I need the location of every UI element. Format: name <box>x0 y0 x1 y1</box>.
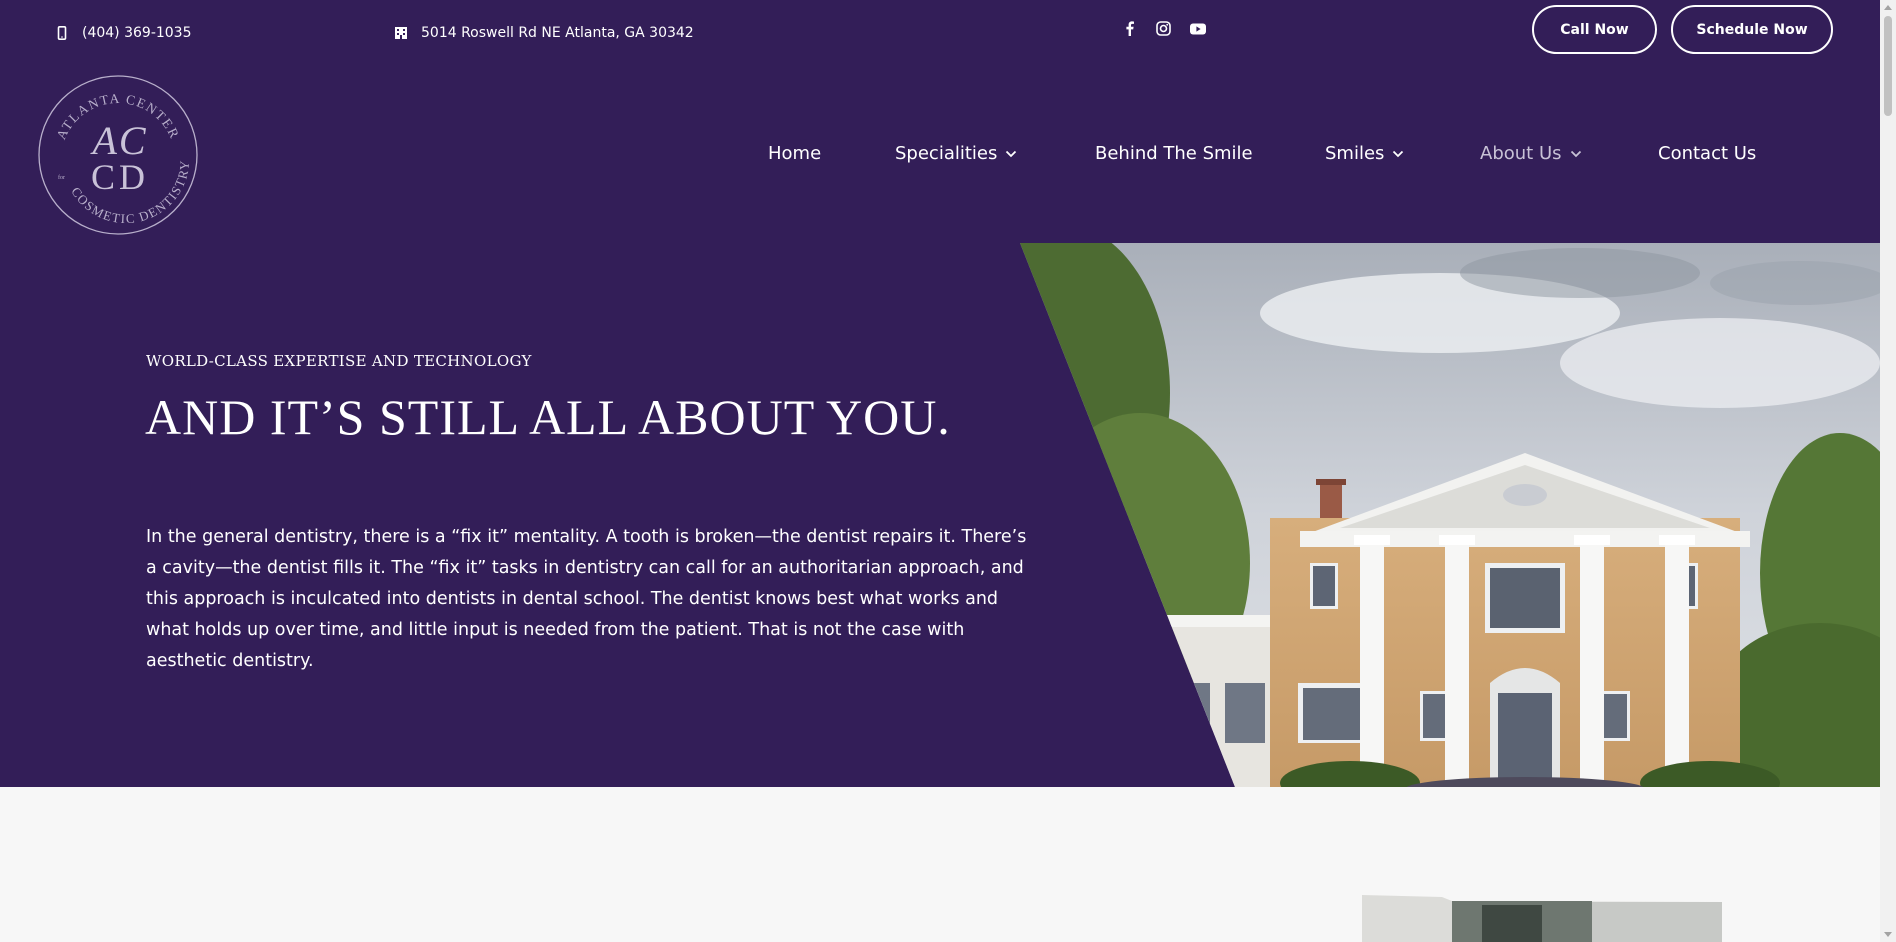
schedule-now-button[interactable]: Schedule Now <box>1671 5 1833 54</box>
mobile-phone-icon <box>54 25 70 41</box>
top-bar: (404) 369-1035 5014 Roswell Rd NE Atlant… <box>0 0 1880 66</box>
phone-number: (404) 369-1035 <box>82 25 192 41</box>
nav-item-label: Smiles <box>1325 143 1385 164</box>
nav-item-label: About Us <box>1480 143 1562 164</box>
address-text: 5014 Roswell Rd NE Atlanta, GA 30342 <box>421 25 694 41</box>
youtube-icon[interactable] <box>1189 20 1206 37</box>
building-icon <box>393 25 409 41</box>
address-link[interactable]: 5014 Roswell Rd NE Atlanta, GA 30342 <box>393 25 694 41</box>
page: (404) 369-1035 5014 Roswell Rd NE Atlant… <box>0 0 1880 942</box>
page-scrollbar[interactable] <box>1880 0 1896 942</box>
logo-small-text: for <box>58 174 65 181</box>
nav-item-label: Contact Us <box>1658 143 1757 164</box>
scroll-down-arrow-icon[interactable] <box>1884 932 1892 937</box>
nav-item-about-us[interactable]: About Us <box>1480 143 1582 164</box>
section-image <box>1362 895 1722 942</box>
nav-item-behind-the-smile[interactable]: Behind The Smile <box>1095 143 1253 164</box>
chevron-down-icon <box>1570 150 1581 157</box>
nav-item-label: Home <box>768 143 822 164</box>
hero-eyebrow: WORLD-CLASS EXPERTISE AND TECHNOLOGY <box>146 352 532 370</box>
nav-item-contact-us[interactable]: Contact Us <box>1658 143 1756 164</box>
chevron-down-icon <box>1393 150 1404 157</box>
nav-item-specialities[interactable]: Specialities <box>895 143 1017 164</box>
social-links <box>1121 20 1206 37</box>
hero-body-text: In the general dentistry, there is a “fi… <box>146 527 1027 671</box>
hero-headline: AND IT’S STILL ALL ABOUT YOU. <box>145 389 951 445</box>
instagram-icon[interactable] <box>1155 20 1172 37</box>
facebook-icon[interactable] <box>1121 20 1138 37</box>
chevron-down-icon <box>1006 150 1017 157</box>
main-nav: Home Specialities Behind The Smile Smile… <box>0 143 1880 171</box>
call-now-button[interactable]: Call Now <box>1532 5 1657 54</box>
phone-link[interactable]: (404) 369-1035 <box>54 25 192 41</box>
nav-item-smiles[interactable]: Smiles <box>1325 143 1404 164</box>
scrollbar-thumb[interactable] <box>1884 16 1892 116</box>
nav-item-label: Behind The Smile <box>1095 143 1253 164</box>
nav-item-home[interactable]: Home <box>768 143 821 164</box>
scroll-up-arrow-icon[interactable] <box>1884 5 1892 10</box>
nav-item-label: Specialities <box>895 143 998 164</box>
hero-building-image <box>1020 243 1880 787</box>
